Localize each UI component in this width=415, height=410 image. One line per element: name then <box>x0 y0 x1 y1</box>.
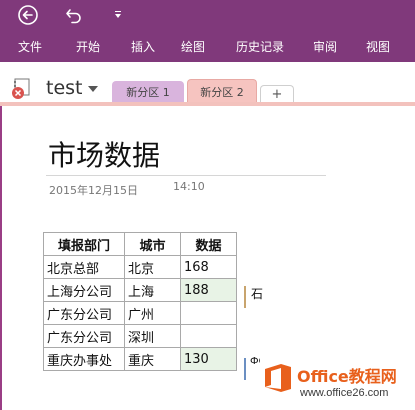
back-button[interactable] <box>16 3 40 27</box>
quick-access-dropdown[interactable] <box>110 3 126 27</box>
tab-insert[interactable]: 插入 <box>131 38 155 55</box>
chevron-down-icon <box>115 11 121 18</box>
page-title[interactable]: 市场数据 <box>48 134 160 174</box>
notebook-dropdown-icon[interactable] <box>88 86 98 92</box>
table-header-row: 填报部门 城市 数据 <box>43 232 237 256</box>
table-cell[interactable]: 广东分公司 <box>43 301 125 325</box>
page-time: 14:10 <box>173 180 205 193</box>
ribbon-tabs: 文件 开始 插入 绘图 历史记录 审阅 视图 <box>0 30 415 62</box>
table-cell[interactable]: 重庆办事处 <box>43 347 125 371</box>
table-cell[interactable]: 上海 <box>124 278 181 302</box>
author-initials: 石 <box>251 287 264 301</box>
section-tab-1[interactable]: 新分区 1 <box>112 81 184 103</box>
table-cell[interactable]: 168 <box>180 255 237 279</box>
author-initials: ФС <box>250 356 260 367</box>
tab-review[interactable]: 审阅 <box>313 38 337 55</box>
table-cell-highlighted[interactable]: 130 <box>180 347 237 371</box>
tab-home[interactable]: 开始 <box>76 38 100 55</box>
notebook-name[interactable]: test <box>46 77 83 99</box>
table-cell[interactable]: 重庆 <box>124 347 181 371</box>
author-mark-bar <box>244 358 246 380</box>
table-cell[interactable]: 深圳 <box>124 324 181 348</box>
page-left-border <box>0 106 2 410</box>
tab-draw[interactable]: 绘图 <box>181 38 205 55</box>
back-arrow-icon <box>18 5 38 25</box>
page-date: 2015年12月15日 <box>49 184 138 197</box>
add-section-button[interactable]: + <box>260 85 294 103</box>
tab-view[interactable]: 视图 <box>366 38 390 55</box>
undo-button[interactable] <box>63 3 85 27</box>
section-divider <box>0 102 415 106</box>
section-tab-2[interactable]: 新分区 2 <box>187 79 257 103</box>
table-cell[interactable]: 广东分公司 <box>43 324 125 348</box>
table-cell[interactable]: 北京总部 <box>43 255 125 279</box>
office-logo-icon <box>265 364 291 392</box>
table-cell[interactable]: 北京 <box>124 255 181 279</box>
watermark-url: www.office26.com <box>300 387 389 399</box>
undo-icon <box>66 9 81 24</box>
table-row: 广东分公司 广州 <box>43 301 237 325</box>
title-divider <box>46 175 326 176</box>
data-table: 填报部门 城市 数据 北京总部 北京 168 上海分公司 上海 188 广东分公… <box>43 232 237 371</box>
tab-file[interactable]: 文件 <box>18 38 42 55</box>
table-row: 重庆办事处 重庆 130 <box>43 347 237 371</box>
table-row: 上海分公司 上海 188 <box>43 278 237 302</box>
tab-history[interactable]: 历史记录 <box>236 38 284 55</box>
notebook-sync-error-icon[interactable] <box>11 78 31 100</box>
notebook-bar: test 新分区 1 新分区 2 + <box>0 62 415 103</box>
table-row: 北京总部 北京 168 <box>43 255 237 279</box>
author-mark-bar <box>244 286 246 308</box>
table-cell[interactable]: 上海分公司 <box>43 278 125 302</box>
table-row: 广东分公司 深圳 <box>43 324 237 348</box>
table-cell-highlighted[interactable]: 188 <box>180 278 237 302</box>
watermark: Office教程网 www.office26.com <box>262 360 412 408</box>
table-cell[interactable] <box>180 324 237 348</box>
table-header-cell[interactable]: 城市 <box>124 232 181 256</box>
table-header-cell[interactable]: 数据 <box>180 232 237 256</box>
table-header-cell[interactable]: 填报部门 <box>43 232 125 256</box>
table-cell[interactable]: 广州 <box>124 301 181 325</box>
table-cell[interactable] <box>180 301 237 325</box>
watermark-brand: Office教程网 <box>297 367 397 386</box>
title-bar <box>0 0 415 30</box>
